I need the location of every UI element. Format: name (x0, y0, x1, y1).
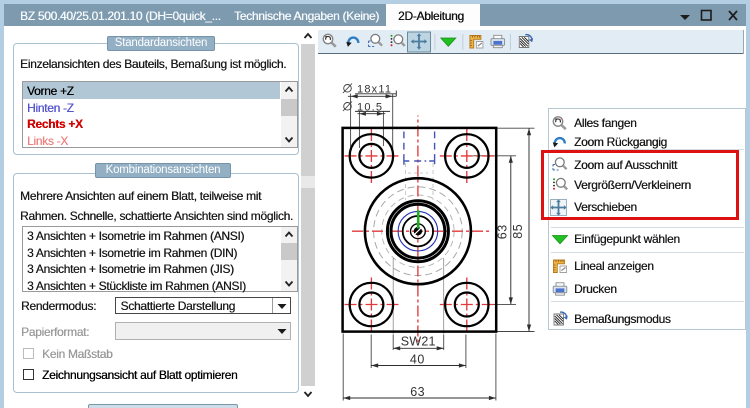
svg-text:18x11: 18x11 (357, 84, 392, 96)
svg-text:85: 85 (511, 224, 525, 239)
svg-text:10.5: 10.5 (357, 101, 383, 113)
svg-text:40: 40 (410, 352, 425, 366)
svg-text:63: 63 (496, 224, 510, 239)
svg-text:63: 63 (410, 385, 425, 399)
